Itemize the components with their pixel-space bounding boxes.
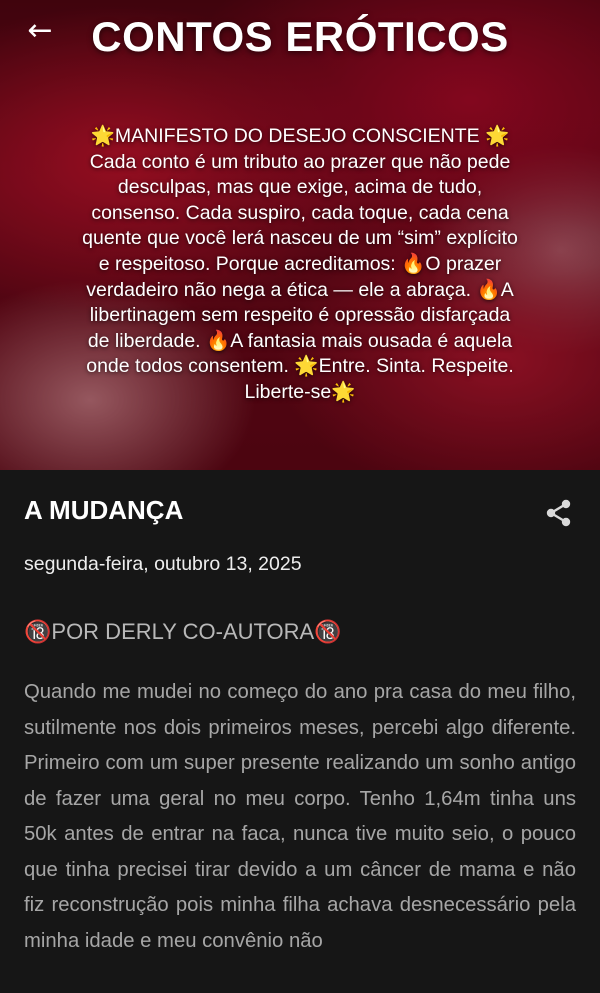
post-content: A MUDANÇA segunda-feira, outubro 13, 202… bbox=[0, 470, 600, 993]
post-date: segunda-feira, outubro 13, 2025 bbox=[24, 553, 302, 575]
post-body: Quando me mudei no começo do ano pra cas… bbox=[24, 681, 576, 952]
post-byline: 🔞POR DERLY CO-AUTORA🔞 bbox=[24, 619, 342, 644]
blog-header-banner: ← CONTOS ERÓTICOS 🌟MANIFESTO DO DESEJO C… bbox=[0, 0, 600, 470]
blog-description: 🌟MANIFESTO DO DESEJO CONSCIENTE 🌟 Cada c… bbox=[82, 125, 518, 403]
post-title: A MUDANÇA bbox=[24, 495, 184, 525]
share-icon[interactable] bbox=[544, 498, 574, 528]
blog-title[interactable]: CONTOS ERÓTICOS bbox=[0, 14, 600, 59]
